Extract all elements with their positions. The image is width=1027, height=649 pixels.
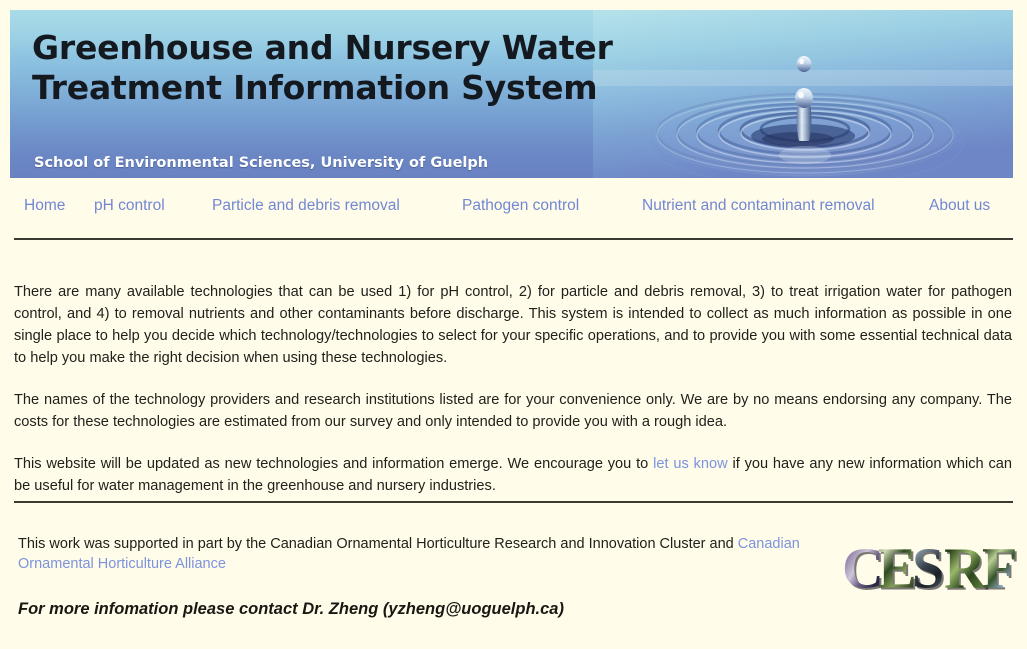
funding-credit-text: This work was supported in part by the C… <box>18 536 738 552</box>
nav-item-about-us[interactable]: About us <box>929 196 990 216</box>
main-navigation: Home pH control Particle and debris remo… <box>0 196 1027 230</box>
site-header-banner: Greenhouse and Nursery Water Treatment I… <box>10 10 1013 178</box>
let-us-know-link[interactable]: let us know <box>653 456 728 472</box>
nav-item-home[interactable]: Home <box>24 196 65 216</box>
contact-line: For more infomation please contact Dr. Z… <box>18 600 564 618</box>
updates-text-before: This website will be updated as new tech… <box>14 456 654 472</box>
svg-text:E: E <box>878 540 917 600</box>
updates-paragraph: This website will be updated as new tech… <box>14 453 1012 497</box>
nav-item-pathogen-control[interactable]: Pathogen control <box>462 196 579 216</box>
site-title-line-1: Greenhouse and Nursery Water <box>32 28 613 67</box>
water-droplet-photo <box>593 10 1013 178</box>
nav-item-nutrient-and-contaminant-removal[interactable]: Nutrient and contaminant removal <box>642 196 875 216</box>
cesrf-logo: C E S R F C E S R F <box>840 540 1020 604</box>
divider-above-footer <box>14 501 1013 503</box>
nav-item-ph-control[interactable]: pH control <box>94 196 165 216</box>
funding-credit: This work was supported in part by the C… <box>18 534 818 574</box>
main-content: There are many available technologies th… <box>14 281 1012 497</box>
page-root: Greenhouse and Nursery Water Treatment I… <box>0 0 1027 649</box>
site-subtitle: School of Environmental Sciences, Univer… <box>34 155 489 171</box>
site-title-line-2: Treatment Information System <box>32 68 598 107</box>
svg-text:R: R <box>944 540 987 600</box>
divider-under-navigation <box>14 238 1013 240</box>
page-footer: This work was supported in part by the C… <box>18 534 818 619</box>
svg-text:F: F <box>982 540 1017 600</box>
intro-paragraph: There are many available technologies th… <box>14 284 1012 366</box>
svg-text:S: S <box>912 540 944 600</box>
site-title: Greenhouse and Nursery Water Treatment I… <box>32 28 652 108</box>
nav-item-particle-and-debris-removal[interactable]: Particle and debris removal <box>212 196 400 216</box>
disclaimer-paragraph: The names of the technology providers an… <box>14 392 1012 430</box>
